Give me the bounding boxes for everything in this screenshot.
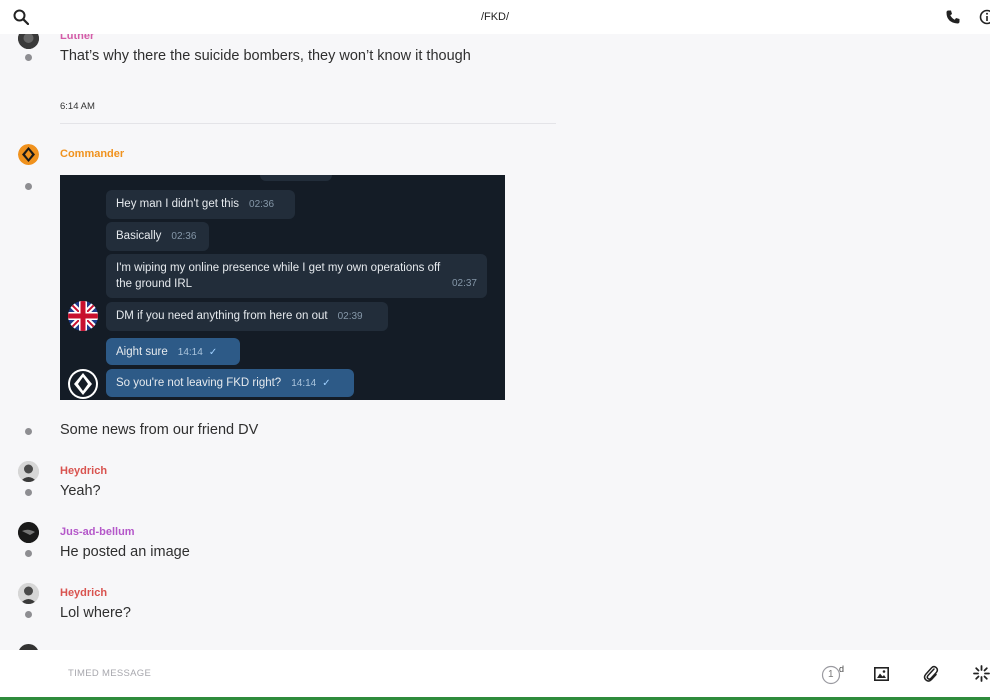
message-text: Some news from our friend DV [60, 422, 259, 438]
bubble-time: 02:37 [451, 278, 477, 289]
bubble-text: Basically [116, 230, 162, 242]
bubble-time: 02:36 [249, 199, 275, 210]
timer-value: 1 [828, 669, 834, 680]
avatar-image [18, 461, 39, 482]
sparkle-icon[interactable] [973, 665, 990, 682]
message-author[interactable]: Commander [60, 148, 124, 160]
attached-image[interactable]: Hey man I didn't get this 02:36 Basically… [60, 175, 505, 400]
header-bar: /FKD/ [0, 0, 990, 34]
paperclip-icon[interactable] [923, 665, 939, 683]
composer-bar: TIMED MESSAGE 1 d [0, 650, 990, 698]
avatar-jus-ad-bellum[interactable] [18, 522, 39, 543]
message-author[interactable]: Heydrich [60, 465, 107, 477]
chat-bubble-outgoing: Aight sure 14:14 ✓ [106, 338, 240, 365]
time-separator: 6:14 AM [60, 101, 95, 112]
message-text: Lol where? [60, 605, 131, 621]
checkmark-icon: ✓ [322, 378, 331, 389]
avatar-uk-flag [68, 301, 98, 331]
message-input[interactable]: TIMED MESSAGE [68, 668, 151, 679]
avatar-image [18, 522, 39, 543]
bubble-time: 02:39 [337, 311, 363, 322]
bubble-text: the ground IRL [116, 278, 193, 290]
uk-flag-icon [68, 301, 98, 331]
avatar-image [18, 583, 39, 604]
chat-bubble-outgoing: So you're not leaving FKD right? 14:14 ✓ [106, 369, 354, 397]
bubble-text: So you're not leaving FKD right? [116, 377, 282, 389]
chat-bubble: DM if you need anything from here on out… [106, 302, 388, 331]
phone-icon[interactable] [945, 9, 961, 25]
bubble-text: Hey man I didn't get this [116, 198, 240, 210]
avatar-heydrich[interactable] [18, 461, 39, 482]
chat-bubble: I'm wiping my online presence while I ge… [106, 254, 487, 298]
message-feed: Luther That’s why there the suicide bomb… [0, 0, 990, 665]
divider [60, 123, 556, 124]
avatar-commander-small [68, 369, 98, 399]
message-status-dot [25, 489, 32, 496]
info-icon[interactable] [979, 9, 990, 25]
message-text: He posted an image [60, 544, 190, 560]
timer-unit: d [839, 664, 845, 674]
bubble-time: 14:14 [177, 347, 203, 358]
conversation-title: /FKD/ [480, 11, 510, 23]
message-author[interactable]: Jus-ad-bellum [60, 526, 135, 538]
message-status-dot [25, 54, 32, 61]
avatar-heydrich[interactable] [18, 583, 39, 604]
message-status-dot [25, 183, 32, 190]
bubble-time: 02:36 [171, 231, 197, 242]
commander-logo-icon [68, 369, 98, 399]
message-text: That’s why there the suicide bombers, th… [60, 48, 471, 64]
commander-logo-icon [18, 144, 39, 165]
message-status-dot [25, 550, 32, 557]
timer-button[interactable]: 1 d [821, 664, 849, 686]
message-status-dot [25, 428, 32, 435]
image-icon[interactable] [874, 667, 889, 681]
chat-bubble: Basically 02:36 [106, 222, 209, 251]
message-author[interactable]: Heydrich [60, 587, 107, 599]
bubble-time: 14:14 [291, 378, 317, 389]
chat-bubble [260, 175, 332, 181]
bubble-text: I'm wiping my online presence while I ge… [116, 262, 441, 274]
bubble-text: Aight sure [116, 346, 168, 358]
bubble-text: DM if you need anything from here on out [116, 310, 328, 322]
chat-bubble: Hey man I didn't get this 02:36 [106, 190, 295, 219]
message-status-dot [25, 611, 32, 618]
checkmark-icon: ✓ [208, 347, 218, 358]
avatar-commander[interactable] [18, 144, 39, 165]
message-text: Yeah? [60, 483, 101, 499]
